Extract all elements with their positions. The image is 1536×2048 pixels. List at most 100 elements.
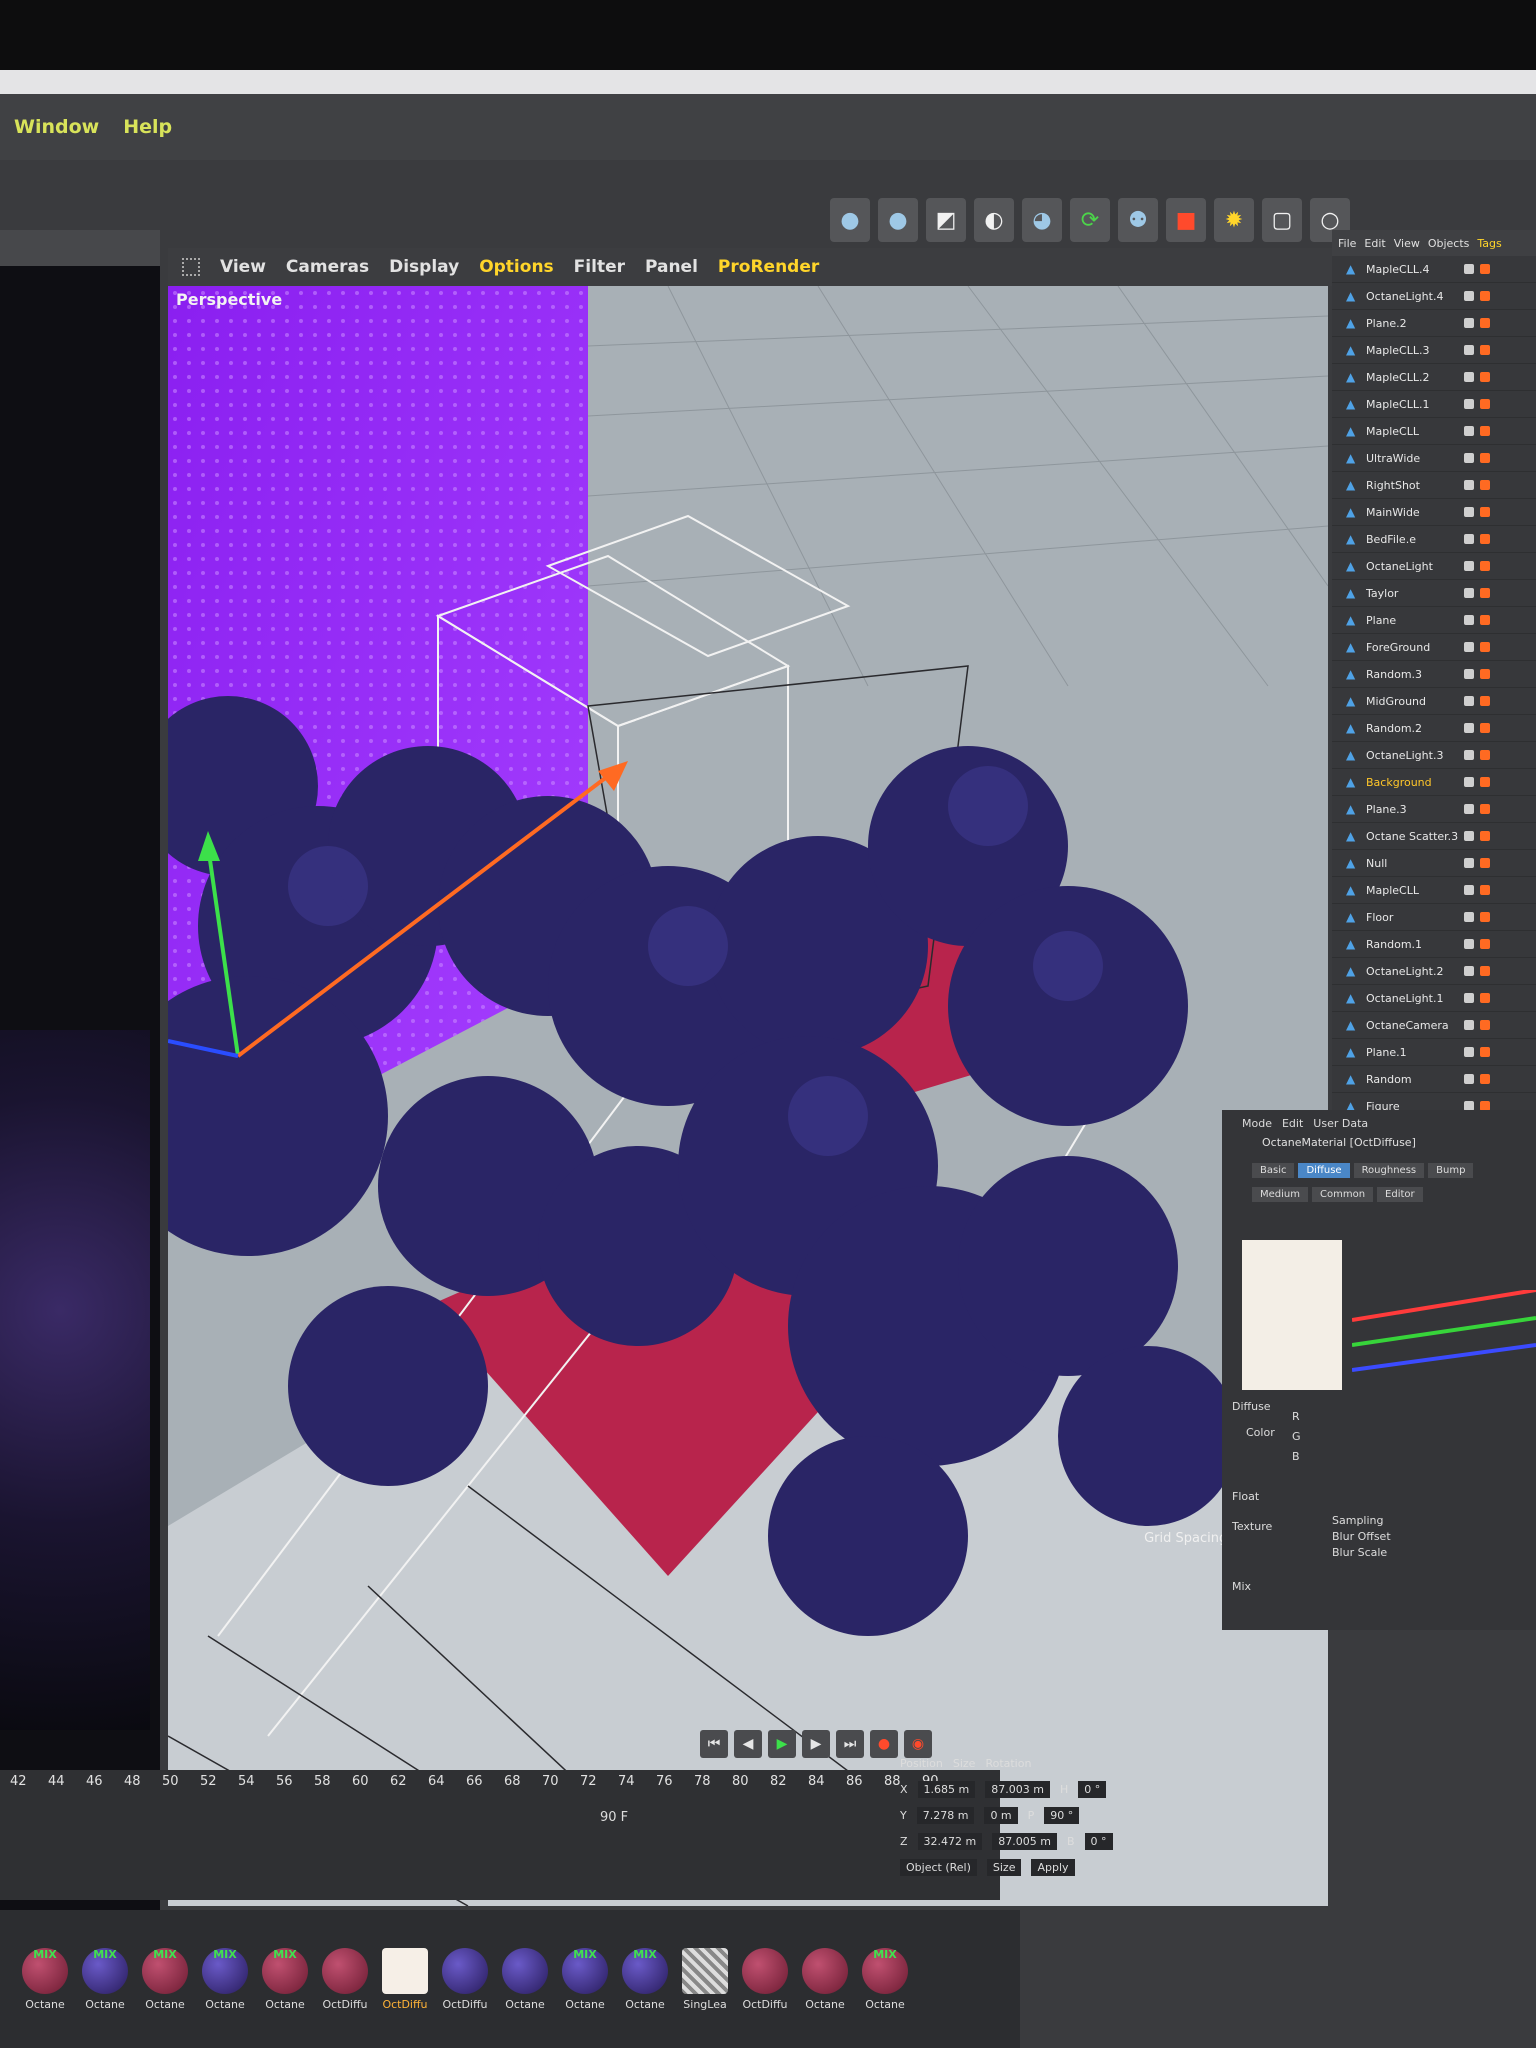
visibility-toggle[interactable] (1464, 507, 1474, 517)
visibility-toggle[interactable] (1464, 669, 1474, 679)
material-tag-icon[interactable] (1480, 615, 1490, 625)
visibility-toggle[interactable] (1464, 912, 1474, 922)
tab-diffuse[interactable]: Diffuse (1298, 1162, 1350, 1178)
object-row[interactable]: ▲ MainWide (1332, 499, 1536, 526)
object-row[interactable]: ▲ MapleCLL.3 (1332, 337, 1536, 364)
object-row[interactable]: ▲ Null (1332, 850, 1536, 877)
viewport-menu-display[interactable]: Display (389, 257, 459, 277)
visibility-toggle[interactable] (1464, 642, 1474, 652)
material-tag-icon[interactable] (1480, 561, 1490, 571)
visibility-toggle[interactable] (1464, 372, 1474, 382)
material-item[interactable]: OctDiffu (380, 1947, 430, 2011)
visibility-toggle[interactable] (1464, 804, 1474, 814)
material-tag-icon[interactable] (1480, 480, 1490, 490)
object-row[interactable]: ▲ Taylor (1332, 580, 1536, 607)
visibility-toggle[interactable] (1464, 291, 1474, 301)
visibility-toggle[interactable] (1464, 615, 1474, 625)
go-start-icon[interactable]: ⏮ (700, 1730, 728, 1758)
viewport-menu-options[interactable]: Options (479, 257, 553, 277)
material-item[interactable]: MIX Octane (20, 1947, 70, 2011)
material-tag-icon[interactable] (1480, 1020, 1490, 1030)
material-tag-icon[interactable] (1480, 723, 1490, 733)
material-tag-icon[interactable] (1480, 264, 1490, 274)
sphere-icon[interactable]: ● (878, 198, 918, 242)
object-row[interactable]: ▲ Plane (1332, 607, 1536, 634)
material-tag-icon[interactable] (1480, 1074, 1490, 1084)
menu-help[interactable]: Help (123, 116, 172, 138)
visibility-toggle[interactable] (1464, 318, 1474, 328)
material-tag-icon[interactable] (1480, 696, 1490, 706)
object-row[interactable]: ▲ MapleCLL (1332, 877, 1536, 904)
material-tag-icon[interactable] (1480, 426, 1490, 436)
object-row[interactable]: ▲ MidGround (1332, 688, 1536, 715)
play-icon[interactable]: ▶ (768, 1730, 796, 1758)
visibility-toggle[interactable] (1464, 1020, 1474, 1030)
visibility-toggle[interactable] (1464, 399, 1474, 409)
visibility-toggle[interactable] (1464, 858, 1474, 868)
tab-editor[interactable]: Editor (1377, 1186, 1423, 1202)
material-tag-icon[interactable] (1480, 318, 1490, 328)
object-row[interactable]: ▲ Floor (1332, 904, 1536, 931)
rotation-h-field[interactable]: 0 ° (1078, 1780, 1107, 1798)
visibility-toggle[interactable] (1464, 426, 1474, 436)
visibility-toggle[interactable] (1464, 939, 1474, 949)
material-tag-icon[interactable] (1480, 345, 1490, 355)
object-row[interactable]: ▲ Plane.3 (1332, 796, 1536, 823)
viewport-menu-panel[interactable]: Panel (645, 257, 698, 277)
visibility-toggle[interactable] (1464, 696, 1474, 706)
visibility-toggle[interactable] (1464, 885, 1474, 895)
visibility-toggle[interactable] (1464, 480, 1474, 490)
material-item[interactable]: MIX Octane (200, 1947, 250, 2011)
material-item[interactable]: MIX Octane (260, 1947, 310, 2011)
object-row[interactable]: ▲ OctaneCamera (1332, 1012, 1536, 1039)
object-row[interactable]: ▲ Random.2 (1332, 715, 1536, 742)
material-item[interactable]: OctDiffu (740, 1947, 790, 2011)
viewport-menu-cameras[interactable]: Cameras (286, 257, 369, 277)
material-item[interactable]: MIX Octane (140, 1947, 190, 2011)
material-item[interactable]: OctDiffu (440, 1947, 490, 2011)
material-tag-icon[interactable] (1480, 912, 1490, 922)
object-row[interactable]: ▲ MapleCLL.1 (1332, 391, 1536, 418)
tab-medium[interactable]: Medium (1252, 1186, 1308, 1202)
position-z-field[interactable]: 32.472 m (917, 1832, 983, 1850)
object-row[interactable]: ▲ UltraWide (1332, 445, 1536, 472)
material-tag-icon[interactable] (1480, 588, 1490, 598)
sun-icon[interactable]: ✹ (1214, 198, 1254, 242)
visibility-toggle[interactable] (1464, 1047, 1474, 1057)
tab-common[interactable]: Common (1312, 1186, 1374, 1202)
material-tag-icon[interactable] (1480, 858, 1490, 868)
material-tag-icon[interactable] (1480, 669, 1490, 679)
color-sliders[interactable] (1352, 1290, 1536, 1410)
size-mode-select[interactable]: Size (986, 1858, 1022, 1876)
apply-button[interactable]: Apply (1031, 1858, 1075, 1876)
material-tag-icon[interactable] (1480, 831, 1490, 841)
material-item[interactable]: OctDiffu (320, 1947, 370, 2011)
object-row[interactable]: ▲ Plane.1 (1332, 1039, 1536, 1066)
material-tag-icon[interactable] (1480, 885, 1490, 895)
checker-icon[interactable]: ◩ (926, 198, 966, 242)
material-tag-icon[interactable] (1480, 642, 1490, 652)
sphere-icon[interactable]: ● (830, 198, 870, 242)
object-row[interactable]: ▲ OctaneLight.1 (1332, 985, 1536, 1012)
object-row[interactable]: ▲ OctaneLight.3 (1332, 742, 1536, 769)
visibility-toggle[interactable] (1464, 993, 1474, 1003)
material-item[interactable]: Octane (500, 1947, 550, 2011)
tab-bump[interactable]: Bump (1428, 1162, 1474, 1178)
visibility-toggle[interactable] (1464, 831, 1474, 841)
viewport-menu-view[interactable]: View (220, 257, 266, 277)
step-back-icon[interactable]: ◀ (734, 1730, 762, 1758)
object-row[interactable]: ▲ MapleCLL.4 (1332, 256, 1536, 283)
render-icon[interactable]: ◕ (1022, 198, 1062, 242)
material-icon[interactable]: ⚉ (1118, 198, 1158, 242)
objects-menu-objects[interactable]: Objects (1428, 237, 1470, 250)
visibility-toggle[interactable] (1464, 453, 1474, 463)
object-row[interactable]: ▲ OctaneLight (1332, 553, 1536, 580)
record-icon[interactable]: ■ (1166, 198, 1206, 242)
visibility-toggle[interactable] (1464, 777, 1474, 787)
objects-menu-view[interactable]: View (1394, 237, 1420, 250)
material-item[interactable]: MIX Octane (560, 1947, 610, 2011)
menu-window[interactable]: Window (14, 116, 99, 138)
object-row[interactable]: ▲ Random.1 (1332, 931, 1536, 958)
material-tag-icon[interactable] (1480, 372, 1490, 382)
visibility-toggle[interactable] (1464, 966, 1474, 976)
